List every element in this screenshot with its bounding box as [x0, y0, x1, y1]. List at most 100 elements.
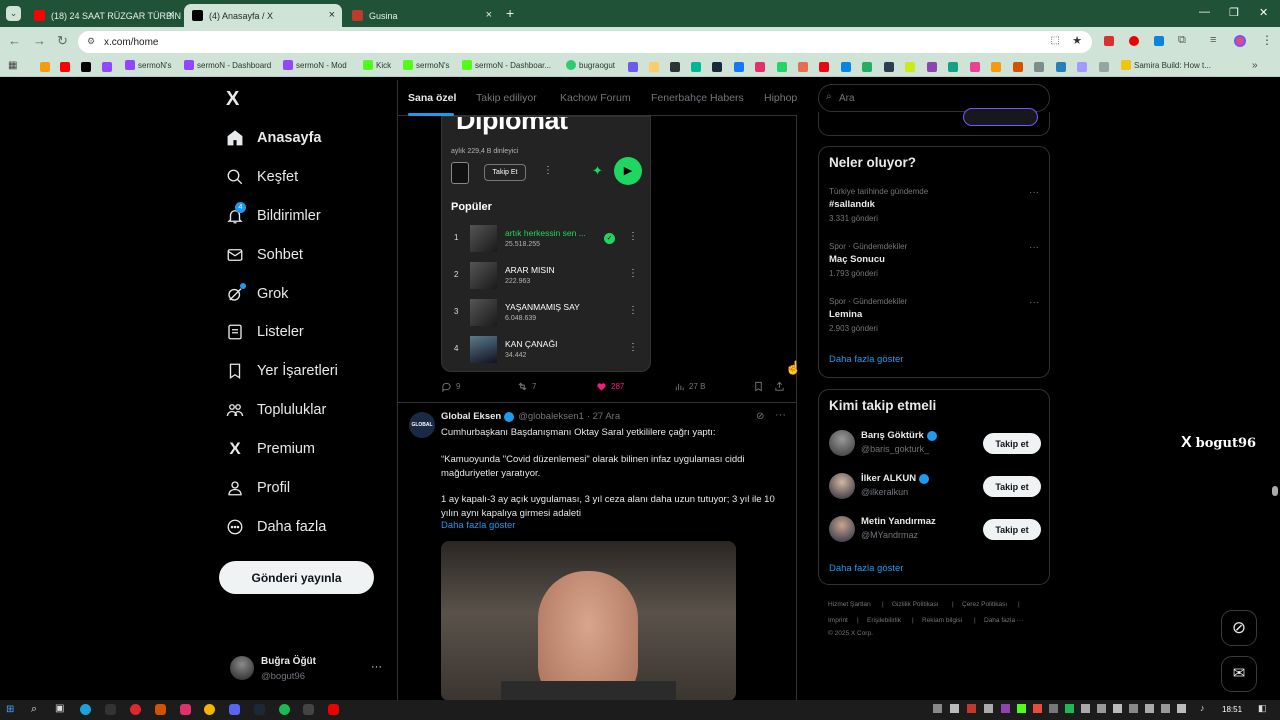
- post-date[interactable]: · 27 Ara: [587, 411, 620, 422]
- bookmark-item[interactable]: sermoN - Dashboard: [184, 60, 271, 70]
- bookmark-icon[interactable]: [1077, 62, 1087, 72]
- tray-icon[interactable]: [1081, 704, 1090, 713]
- bookmark-icon[interactable]: [649, 62, 659, 72]
- clock[interactable]: 18:51: [1222, 705, 1242, 714]
- taskbar-app-icon[interactable]: [155, 704, 166, 715]
- taskbar-app-icon[interactable]: [180, 704, 191, 715]
- bookmark-icon[interactable]: [862, 62, 872, 72]
- post-more-icon[interactable]: ···: [775, 409, 786, 421]
- bookmark-icon[interactable]: [905, 62, 915, 72]
- bookmark-icon[interactable]: [1056, 62, 1066, 72]
- opera-icon[interactable]: [130, 704, 141, 715]
- reload-icon[interactable]: ↻: [57, 33, 68, 49]
- trend-more-icon[interactable]: ···: [1029, 297, 1039, 308]
- author-name[interactable]: Global Eksen: [441, 411, 501, 422]
- task-view-icon[interactable]: ▣: [55, 703, 64, 714]
- sidebar-item-chat[interactable]: Sohbet: [226, 244, 303, 266]
- bookmark-icon[interactable]: [1013, 62, 1023, 72]
- taskbar-app-icon[interactable]: [328, 704, 339, 715]
- tab-hiphop[interactable]: Hiphop: [764, 92, 797, 104]
- bookmark-item[interactable]: Kick: [363, 60, 391, 70]
- close-tab-icon[interactable]: ×: [329, 9, 335, 21]
- show-more-link[interactable]: Daha fazla göster: [441, 520, 515, 531]
- sparkle-icon[interactable]: ✦: [592, 163, 603, 179]
- track-row[interactable]: 4 KAN ÇANAĞI 34.442 ⋮: [450, 334, 646, 366]
- taskbar-app-icon[interactable]: [105, 704, 116, 715]
- tray-icon[interactable]: [933, 704, 942, 713]
- profile-avatar-icon[interactable]: [1234, 35, 1246, 47]
- tray-icon[interactable]: [1129, 704, 1138, 713]
- show-more-trends-link[interactable]: Daha fazla göster: [829, 354, 903, 365]
- footer-link[interactable]: Çerez Politikası: [962, 601, 1007, 608]
- spotify-embed[interactable]: Diplomat aylık 229,4 B dinleyici Takip E…: [441, 116, 651, 372]
- follow-artist-button[interactable]: Takip Et: [484, 164, 526, 181]
- footer-link[interactable]: Gizlilik Politikası: [892, 601, 939, 608]
- install-app-icon[interactable]: ⬚: [1051, 35, 1060, 46]
- taskbar-app-icon[interactable]: [229, 704, 240, 715]
- bookmark-icon[interactable]: [734, 62, 744, 72]
- bookmark-item[interactable]: Samira Build: How t...: [1121, 60, 1211, 70]
- edge-icon[interactable]: [80, 704, 91, 715]
- close-window-button[interactable]: ✕: [1259, 6, 1268, 19]
- track-row[interactable]: 1 artık herkessin sen ... 25.518.255 ✓ ⋮: [450, 223, 646, 255]
- sidebar-item-communities[interactable]: Topluluklar: [226, 399, 326, 421]
- tab-fenerbahce-habers[interactable]: Fenerbahçe Habers: [651, 92, 744, 104]
- youtube-icon[interactable]: [60, 62, 70, 72]
- bookmark-icon[interactable]: [777, 62, 787, 72]
- tray-icon[interactable]: [1001, 704, 1010, 713]
- footer-link[interactable]: Reklam bilgisi: [922, 617, 962, 624]
- twitch-icon[interactable]: [102, 62, 112, 72]
- close-tab-icon[interactable]: ×: [168, 9, 174, 21]
- sidebar-item-explore[interactable]: Keşfet: [226, 166, 298, 188]
- account-switcher[interactable]: Buğra Öğüt @bogut96 ···: [228, 652, 386, 688]
- netflix-icon[interactable]: [819, 62, 829, 72]
- back-icon[interactable]: ←: [8, 33, 21, 48]
- tab-groups-icon[interactable]: ≡: [1210, 34, 1216, 46]
- taskbar-app-icon[interactable]: [303, 704, 314, 715]
- extension-icon[interactable]: [1129, 36, 1139, 46]
- bookmark-icon[interactable]: [691, 62, 701, 72]
- account-more-icon[interactable]: ···: [371, 661, 382, 673]
- x-logo[interactable]: X: [226, 88, 239, 111]
- follow-button[interactable]: Takip et: [983, 433, 1041, 454]
- bookmark-icon[interactable]: [628, 62, 638, 72]
- extension-icon[interactable]: [1104, 36, 1114, 46]
- more-options-icon[interactable]: ⋮: [543, 165, 553, 176]
- footer-more-link[interactable]: Daha fazla ···: [984, 617, 1023, 624]
- apps-icon[interactable]: ▦: [8, 60, 17, 71]
- post-image[interactable]: [441, 541, 736, 701]
- bookmark-item[interactable]: sermoN's: [125, 60, 172, 70]
- tray-icon[interactable]: [1113, 704, 1122, 713]
- tray-icon[interactable]: [1033, 704, 1042, 713]
- address-bar[interactable]: ⚙ x.com/home ⬚ ★: [78, 31, 1092, 53]
- chrome-icon[interactable]: [204, 704, 215, 715]
- browser-tab-youtube[interactable]: (18) 24 SAAT RÜZGAR TÜRBİNİ ×: [26, 4, 181, 27]
- views-button[interactable]: 27 B: [674, 381, 705, 392]
- more-bookmarks-icon[interactable]: »: [1252, 60, 1258, 71]
- windows-start-icon[interactable]: ⊞: [6, 704, 14, 715]
- bookmark-icon[interactable]: [40, 62, 50, 72]
- tray-icon[interactable]: [967, 704, 976, 713]
- menu-kebab-icon[interactable]: ⋮: [1261, 33, 1273, 47]
- bookmark-icon[interactable]: [948, 62, 958, 72]
- minimize-button[interactable]: —: [1199, 6, 1210, 18]
- extension-icon[interactable]: [1154, 36, 1164, 46]
- tray-icon[interactable]: [950, 704, 959, 713]
- folder-icon[interactable]: [1099, 62, 1109, 72]
- sidebar-item-profile[interactable]: Profil: [226, 477, 290, 499]
- grok-floating-button[interactable]: ⊘: [1221, 610, 1257, 646]
- follow-suggestion[interactable]: Metin Yandırmaz @MYandrmaz Takip et: [829, 514, 1041, 544]
- browser-tab-gusina[interactable]: Gusina ×: [344, 4, 499, 27]
- grok-post-icon[interactable]: ⊘: [756, 411, 764, 422]
- follow-button[interactable]: Takip et: [983, 476, 1041, 497]
- bookmark-star-icon[interactable]: ★: [1072, 34, 1082, 47]
- speaker-icon[interactable]: ♪: [1200, 703, 1205, 713]
- bookmark-icon[interactable]: [884, 62, 894, 72]
- follow-suggestion[interactable]: İlker ALKUN @ilkeralkun Takip et: [829, 471, 1041, 501]
- trend-more-icon[interactable]: ···: [1029, 242, 1039, 253]
- trend-item[interactable]: Türkiye tarihinde gündemde #sallandık 3.33…: [829, 187, 1039, 223]
- track-more-icon[interactable]: ⋮: [628, 305, 638, 316]
- sidebar-item-bookmarks[interactable]: Yer İşaretleri: [226, 360, 338, 382]
- play-button[interactable]: ▶: [614, 157, 642, 185]
- bookmark-icon[interactable]: [798, 62, 808, 72]
